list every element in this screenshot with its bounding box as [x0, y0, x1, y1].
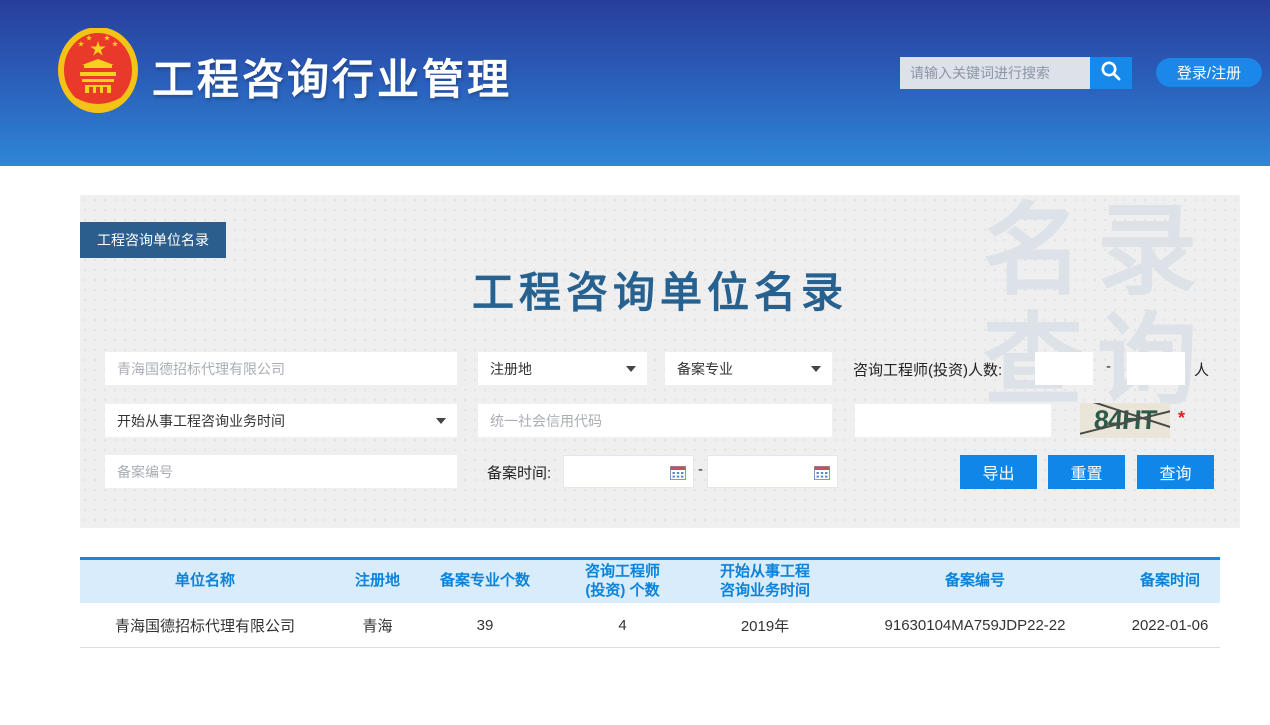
calendar-icon — [670, 465, 686, 480]
chevron-down-icon — [811, 366, 821, 372]
cell-start-time: 2019年 — [700, 615, 830, 636]
cell-record-number: 91630104MA759JDP22-22 — [830, 617, 1120, 634]
national-emblem-logo — [58, 28, 138, 114]
record-time-label: 备案时间: — [487, 462, 551, 483]
engineer-count-min-input[interactable] — [1035, 352, 1093, 385]
site-title: 工程咨询行业管理 — [152, 46, 512, 107]
registration-place-select[interactable]: 注册地 — [478, 352, 647, 385]
cell-record-time: 2022-01-06 — [1120, 617, 1220, 634]
cell-unit-name: 青海国德招标代理有限公司 — [80, 615, 330, 636]
registration-place-select-value: 注册地 — [490, 359, 532, 379]
col-header-unit-name: 单位名称 — [80, 572, 330, 591]
record-time-end-input[interactable] — [707, 455, 838, 488]
col-header-record-time: 备案时间 — [1120, 572, 1220, 591]
engineer-count-max-input[interactable] — [1127, 352, 1185, 385]
person-unit-label: 人 — [1194, 359, 1209, 380]
range-separator: - — [1106, 358, 1111, 375]
col-header-registration-place: 注册地 — [330, 572, 425, 591]
company-name-input[interactable] — [105, 352, 457, 385]
reset-button[interactable]: 重置 — [1048, 455, 1125, 489]
site-header: 工程咨询行业管理 登录/注册 — [0, 0, 1270, 166]
filing-specialty-select[interactable]: 备案专业 — [665, 352, 832, 385]
query-button[interactable]: 查询 — [1137, 455, 1214, 489]
search-button[interactable] — [1090, 57, 1132, 89]
table-header-row: 单位名称 注册地 备案专业个数 咨询工程师 (投资) 个数 开始从事工程 咨询业… — [80, 557, 1220, 603]
header-search-box — [900, 57, 1090, 89]
table-row[interactable]: 青海国德招标代理有限公司 青海 39 4 2019年 91630104MA759… — [80, 603, 1220, 648]
business-start-time-select[interactable]: 开始从事工程咨询业务时间 — [105, 404, 457, 437]
chevron-down-icon — [626, 366, 636, 372]
col-header-start-time: 开始从事工程 咨询业务时间 — [700, 563, 830, 601]
export-button[interactable]: 导出 — [960, 455, 1037, 489]
login-register-button[interactable]: 登录/注册 — [1156, 58, 1262, 87]
search-input[interactable] — [900, 57, 1090, 89]
calendar-icon — [814, 465, 830, 480]
col-header-record-number: 备案编号 — [830, 572, 1120, 591]
results-table: 单位名称 注册地 备案专业个数 咨询工程师 (投资) 个数 开始从事工程 咨询业… — [80, 557, 1220, 648]
search-panel: 名录 查询 工程咨询单位名录 工程咨询单位名录 注册地 备案专业 咨询工程师(投… — [80, 195, 1240, 528]
engineer-count-label: 咨询工程师(投资)人数: — [853, 359, 1002, 380]
record-number-input[interactable] — [105, 455, 457, 488]
page-title: 工程咨询单位名录 — [80, 259, 1240, 320]
chevron-down-icon — [436, 418, 446, 424]
cell-registration-place: 青海 — [330, 615, 425, 636]
captcha-input[interactable] — [855, 404, 1051, 437]
business-start-time-select-value: 开始从事工程咨询业务时间 — [117, 411, 285, 431]
captcha-image[interactable]: 84HT — [1080, 403, 1170, 438]
record-time-start-input[interactable] — [563, 455, 694, 488]
cell-engineer-count: 4 — [545, 617, 700, 634]
required-asterisk: * — [1178, 408, 1185, 429]
search-icon — [1099, 59, 1123, 88]
tab-unit-directory[interactable]: 工程咨询单位名录 — [80, 222, 226, 258]
date-range-separator: - — [698, 461, 703, 478]
credit-code-input[interactable] — [478, 404, 832, 437]
filing-specialty-select-value: 备案专业 — [677, 359, 733, 379]
cell-specialty-count: 39 — [425, 617, 545, 634]
col-header-specialty-count: 备案专业个数 — [425, 572, 545, 591]
col-header-engineer-count: 咨询工程师 (投资) 个数 — [545, 563, 700, 601]
